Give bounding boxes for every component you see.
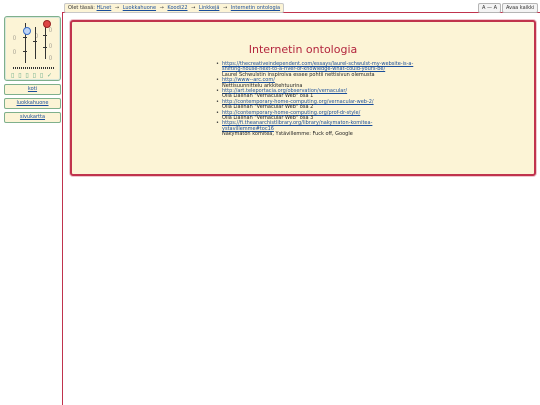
breadcrumb-arrow-icon: → [114,5,120,11]
map-tick [33,41,37,42]
map-marker: ▯ [13,49,16,55]
map-marker: ▯ [35,33,38,39]
nav-item-koti[interactable]: koti [4,84,61,95]
nav-divider [62,12,63,405]
nav-item-luokkahuone[interactable]: luokkahuone [4,98,61,109]
map-ruler [13,67,55,69]
map-marker: ▯ [49,27,52,33]
breadcrumb-arrow-icon: → [191,5,196,11]
list-item: https://fi.theanarchistlibrary.org/libra… [216,121,422,138]
breadcrumb-link-current[interactable]: Internetin ontologia [231,5,280,11]
content-card: Internetin ontologia https://thecreative… [70,20,536,176]
breadcrumb-prefix: Olet tässä: [68,5,95,11]
map-marker: ▯ [49,55,52,61]
map-tick [43,47,47,48]
nav-item-sivukartta[interactable]: sivukartta [4,112,61,123]
breadcrumb-link-luokkahuone[interactable]: Luokkahuone [123,5,156,11]
map-marker: ▯ [49,43,52,49]
breadcrumb-arrow-icon: → [222,5,228,11]
map-tick [43,35,47,36]
map-tick [23,51,27,52]
link-description: Näkymätön komitea, Ystävillemme: Fuck of… [222,131,353,138]
list-item: https://thecreativeindependent.com/essay… [216,61,422,78]
open-all-button[interactable]: Avaa kaikki [502,3,539,13]
current-location-marker[interactable] [23,27,31,35]
map-tick [23,37,27,38]
breadcrumb-link-hlnet[interactable]: HLnet [97,5,112,11]
left-nav: ▯ ▯ ▯ ▯ ▯ ▯ ▯ ▯ ▯ ▯ ▯ ✓ koti luokkahuone… [0,0,62,405]
map-axis [35,27,36,59]
link-list: https://thecreativeindependent.com/essay… [216,61,422,138]
site-map-widget[interactable]: ▯ ▯ ▯ ▯ ▯ ▯ ▯ ▯ ▯ ▯ ▯ ✓ [4,16,61,81]
font-size-button[interactable]: A — A [478,3,502,13]
breadcrumb-arrow-icon: → [159,5,164,11]
breadcrumb-link-koodi22[interactable]: Koodi22 [167,5,187,11]
map-toolbar-icons[interactable]: ▯ ▯ ▯ ▯ ▯ ✓ [11,72,57,79]
breadcrumb: Olet tässä: HLnet → Luokkahuone → Koodi2… [64,3,285,13]
map-marker: ▯ [13,35,16,41]
page-title: Internetin ontologia [248,43,358,56]
breadcrumb-link-linkkeja[interactable]: Linkkejä [199,5,220,11]
